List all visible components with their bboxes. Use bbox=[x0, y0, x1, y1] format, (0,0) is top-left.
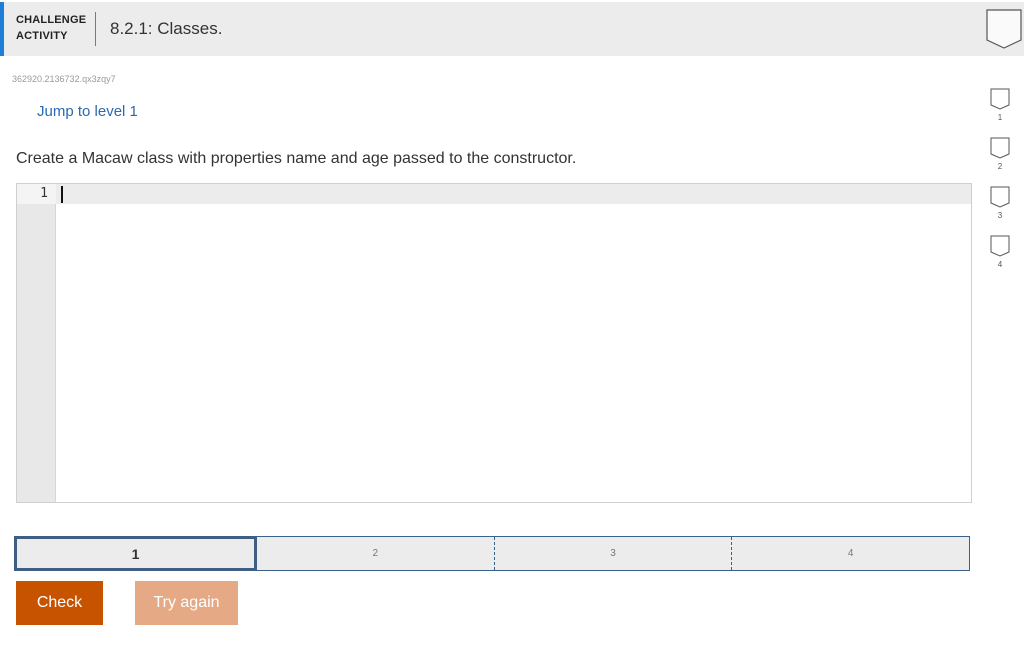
side-level-number: 4 bbox=[997, 260, 1003, 269]
side-level-3[interactable]: 3 bbox=[990, 186, 1010, 220]
side-level-number: 1 bbox=[997, 113, 1003, 122]
activity-id: 362920.2136732.qx3zqy7 bbox=[12, 74, 116, 84]
header-divider bbox=[95, 12, 96, 46]
level-2-segment[interactable]: 2 bbox=[257, 537, 494, 570]
level-badge-icon bbox=[990, 235, 1010, 257]
check-button[interactable]: Check bbox=[16, 581, 103, 625]
level-progress-bar: 1 2 3 4 bbox=[14, 536, 970, 571]
side-level-1[interactable]: 1 bbox=[990, 88, 1010, 122]
side-level-number: 2 bbox=[997, 162, 1003, 171]
editor-gutter: 1 bbox=[17, 184, 56, 502]
completion-badge-icon bbox=[986, 9, 1022, 49]
try-again-button[interactable]: Try again bbox=[135, 581, 238, 625]
tag-line-1: CHALLENGE bbox=[16, 14, 87, 26]
side-level-2[interactable]: 2 bbox=[990, 137, 1010, 171]
tag-line-2: ACTIVITY bbox=[16, 30, 68, 42]
level-4-segment[interactable]: 4 bbox=[731, 537, 969, 570]
code-editor[interactable]: 1 bbox=[16, 183, 972, 503]
line-number: 1 bbox=[40, 186, 48, 201]
instruction-text: Create a Macaw class with properties nam… bbox=[16, 150, 577, 167]
activity-header: CHALLENGE ACTIVITY 8.2.1: Classes. bbox=[0, 2, 1024, 56]
level-1-segment[interactable]: 1 bbox=[14, 536, 257, 571]
level-badge-icon bbox=[990, 137, 1010, 159]
text-caret bbox=[61, 186, 63, 203]
jump-to-level-link[interactable]: Jump to level 1 bbox=[37, 103, 138, 120]
editor-active-line[interactable] bbox=[56, 184, 971, 204]
activity-title: 8.2.1: Classes. bbox=[110, 19, 223, 38]
level-badge-icon bbox=[990, 88, 1010, 110]
challenge-activity-tag: CHALLENGE ACTIVITY bbox=[16, 12, 86, 44]
side-level-4[interactable]: 4 bbox=[990, 235, 1010, 269]
level-3-segment[interactable]: 3 bbox=[493, 537, 732, 570]
side-level-number: 3 bbox=[997, 211, 1003, 220]
level-badge-icon bbox=[990, 186, 1010, 208]
